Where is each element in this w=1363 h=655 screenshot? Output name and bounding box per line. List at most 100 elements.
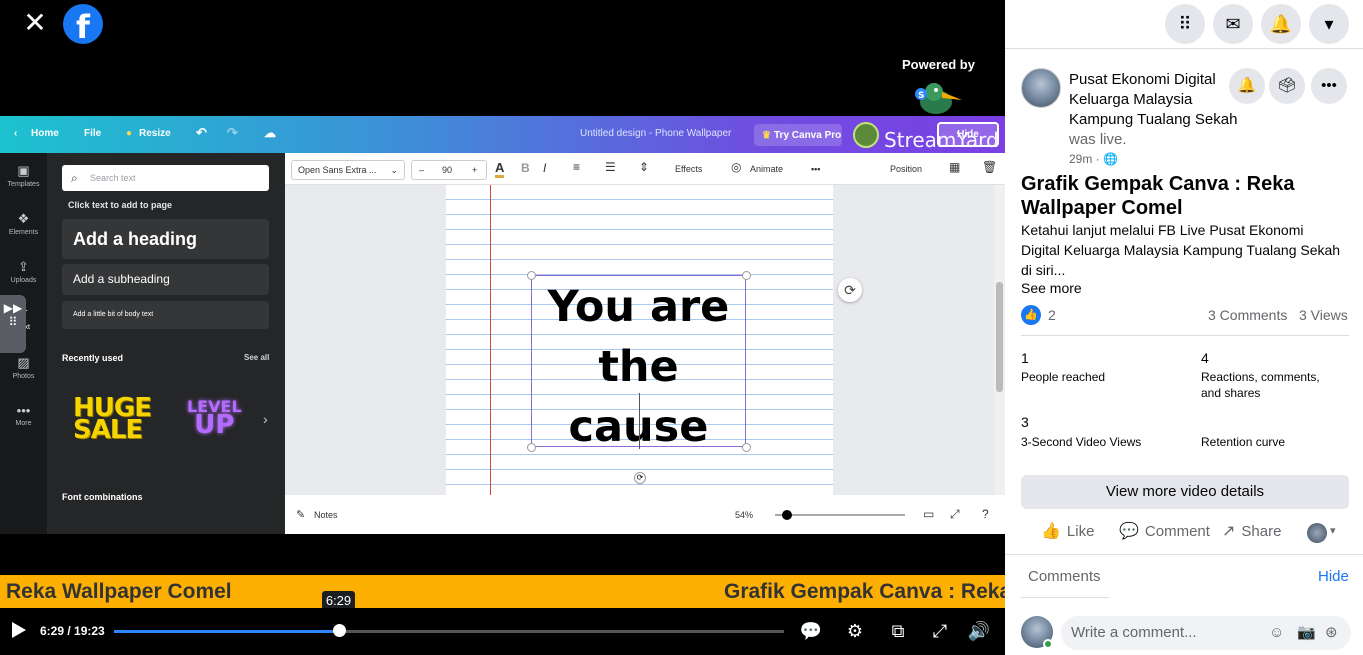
canva-avatar[interactable] bbox=[853, 122, 879, 148]
trash-icon[interactable]: 🗑 bbox=[982, 160, 997, 174]
text-color-icon[interactable]: A bbox=[495, 160, 505, 178]
font-combinations-heading: Font combinations bbox=[62, 492, 143, 502]
add-body-text-button[interactable]: Add a little bit of body text bbox=[62, 301, 269, 329]
time-ago[interactable]: 29m bbox=[1069, 152, 1092, 166]
undo-icon[interactable]: ↶ bbox=[196, 125, 207, 141]
messenger-icon[interactable]: ✉ bbox=[1213, 4, 1253, 44]
volume-icon[interactable]: 🔊 bbox=[967, 619, 991, 643]
add-heading-button[interactable]: Add a heading bbox=[62, 219, 269, 259]
video-player[interactable]: ✕ f Powered by S ‹ Home File ● Resize ↶ … bbox=[0, 0, 1005, 655]
effects-button[interactable]: Effects bbox=[675, 164, 702, 174]
align-icon[interactable]: ≡ bbox=[573, 160, 580, 174]
spacing-icon[interactable]: ⇕ bbox=[639, 160, 649, 174]
crown-icon: ♛ bbox=[762, 130, 771, 141]
rotate-handle-icon[interactable]: ⟳ bbox=[634, 472, 646, 484]
account-chevron-icon[interactable]: ▾ bbox=[1309, 4, 1349, 44]
back-chevron-icon[interactable]: ‹ bbox=[14, 128, 17, 139]
plus-icon[interactable]: + bbox=[472, 165, 477, 175]
follow-bell-icon[interactable]: 🔔 bbox=[1229, 68, 1265, 104]
canva-doc-title: Untitled design - Phone Wallpaper bbox=[580, 128, 732, 139]
italic-icon[interactable]: I bbox=[543, 161, 546, 175]
play-icon[interactable] bbox=[12, 622, 26, 638]
sticker-icon[interactable]: ⊛ bbox=[1325, 616, 1338, 650]
rail-photos[interactable]: ▨ Photos bbox=[0, 355, 47, 380]
text-cursor bbox=[639, 393, 640, 449]
bold-icon[interactable]: B bbox=[521, 161, 530, 175]
expand-icon[interactable]: ⤢ bbox=[928, 619, 952, 643]
write-comment-input[interactable]: Write a comment... ☺ 📷 ⊛ bbox=[1061, 616, 1351, 650]
streamyard-hide-chip[interactable]: Hide bbox=[937, 122, 999, 147]
share-button[interactable]: ↗ Share bbox=[1222, 519, 1281, 545]
comments-count[interactable]: 3 Comments bbox=[1208, 307, 1287, 323]
zoom-slider-knob[interactable] bbox=[782, 510, 792, 520]
animate-button[interactable]: Animate bbox=[750, 164, 783, 174]
position-button[interactable]: Position bbox=[890, 164, 922, 174]
help-icon[interactable]: ? bbox=[982, 507, 989, 521]
see-all-link[interactable]: See all bbox=[244, 353, 269, 362]
list-icon[interactable]: ☰ bbox=[605, 160, 616, 174]
save-icon[interactable]: 🗳 bbox=[1269, 68, 1305, 104]
chevron-down-icon[interactable]: ▾ bbox=[1330, 524, 1336, 537]
facebook-logo-icon[interactable]: f bbox=[63, 4, 103, 44]
level-up-template[interactable]: LEVEL UP bbox=[187, 398, 242, 439]
zoom-slider-track[interactable] bbox=[775, 514, 905, 516]
more-options-icon[interactable]: ••• bbox=[811, 164, 820, 174]
drag-handle-icon[interactable]: ▶▶ ⠿ bbox=[0, 295, 26, 353]
picture-in-picture-icon[interactable]: ⧉ bbox=[886, 619, 910, 643]
stat-people-reached-label: People reached bbox=[1021, 370, 1106, 384]
canva-search-input[interactable]: ⌕ Search text bbox=[62, 165, 269, 191]
rail-templates[interactable]: ▣ Templates bbox=[0, 163, 47, 188]
emoji-icon[interactable]: ☺ bbox=[1269, 616, 1284, 650]
comments-heading[interactable]: Comments bbox=[1028, 568, 1101, 585]
like-reaction-icon[interactable]: 👍 bbox=[1021, 305, 1041, 325]
close-icon[interactable]: ✕ bbox=[18, 8, 52, 40]
views-count[interactable]: 3 Views bbox=[1299, 307, 1348, 323]
canva-home-link[interactable]: Home bbox=[31, 128, 59, 139]
camera-icon[interactable]: 📷 bbox=[1297, 616, 1316, 650]
refresh-icon[interactable]: ⟳ bbox=[838, 278, 862, 302]
chevron-right-icon[interactable]: › bbox=[263, 411, 268, 427]
page-name-link[interactable]: Pusat Ekonomi Digital Keluarga Malaysia … bbox=[1069, 71, 1237, 128]
scrollbar-thumb[interactable] bbox=[996, 282, 1003, 392]
transparency-icon[interactable]: ▦ bbox=[949, 160, 960, 174]
lined-paper-page[interactable]: You are the cause ⟳ bbox=[446, 185, 833, 495]
rail-uploads[interactable]: ⇪ Uploads bbox=[0, 259, 47, 284]
font-size-value[interactable]: 90 bbox=[442, 165, 452, 175]
huge-sale-template[interactable]: HUGE SALE bbox=[73, 395, 152, 443]
font-size-stepper[interactable]: – 90 + bbox=[411, 160, 487, 180]
canva-text-panel: ⌕ Search text Click text to add to page … bbox=[47, 153, 285, 534]
page-avatar[interactable] bbox=[1021, 68, 1061, 108]
font-family-select[interactable]: Open Sans Extra ... ⌄ bbox=[291, 160, 405, 180]
redo-icon[interactable]: ↷ bbox=[227, 125, 238, 141]
recently-used-heading: Recently used bbox=[62, 353, 124, 363]
rail-elements[interactable]: ❖ Elements bbox=[0, 211, 47, 236]
canvas-scrollbar[interactable] bbox=[994, 185, 1005, 495]
reaction-as-avatar[interactable] bbox=[1307, 523, 1327, 543]
hide-comments-link[interactable]: Hide bbox=[1318, 568, 1349, 585]
rail-more[interactable]: ••• More bbox=[0, 403, 47, 427]
like-button[interactable]: 👍 Like bbox=[1041, 519, 1094, 545]
stat-retention-curve-label[interactable]: Retention curve bbox=[1201, 434, 1341, 450]
canva-file-menu[interactable]: File bbox=[84, 128, 101, 139]
canva-resize-menu[interactable]: Resize bbox=[139, 128, 171, 139]
add-subheading-button[interactable]: Add a subheading bbox=[62, 264, 269, 295]
fullscreen-icon[interactable]: ⤢ bbox=[950, 507, 960, 522]
more-options-icon[interactable]: ••• bbox=[1311, 68, 1347, 104]
notifications-bell-icon[interactable]: 🔔 bbox=[1261, 4, 1301, 44]
captions-icon[interactable]: 💬 bbox=[799, 619, 823, 643]
canva-side-rail: ▣Templates ❖Elements ⇪Uploads TText ▨Pho… bbox=[0, 153, 47, 534]
reactions-count[interactable]: 2 bbox=[1048, 307, 1056, 323]
try-canva-pro-button[interactable]: ♛ Try Canva Pro bbox=[754, 124, 842, 146]
menu-grid-icon[interactable]: ⠿ bbox=[1165, 4, 1205, 44]
divider bbox=[1021, 335, 1349, 336]
minus-icon[interactable]: – bbox=[419, 165, 424, 175]
notes-button[interactable]: Notes bbox=[314, 510, 338, 520]
progress-track[interactable] bbox=[114, 630, 784, 633]
progress-knob[interactable] bbox=[333, 624, 347, 637]
pages-icon[interactable]: ▭ bbox=[923, 507, 934, 521]
settings-gear-icon[interactable]: ⚙ bbox=[843, 619, 867, 643]
uploads-icon: ⇪ bbox=[18, 259, 29, 274]
view-more-details-button[interactable]: View more video details bbox=[1021, 475, 1349, 509]
comment-button[interactable]: 💬 Comment bbox=[1119, 519, 1210, 545]
see-more-link[interactable]: See more bbox=[1021, 280, 1082, 296]
